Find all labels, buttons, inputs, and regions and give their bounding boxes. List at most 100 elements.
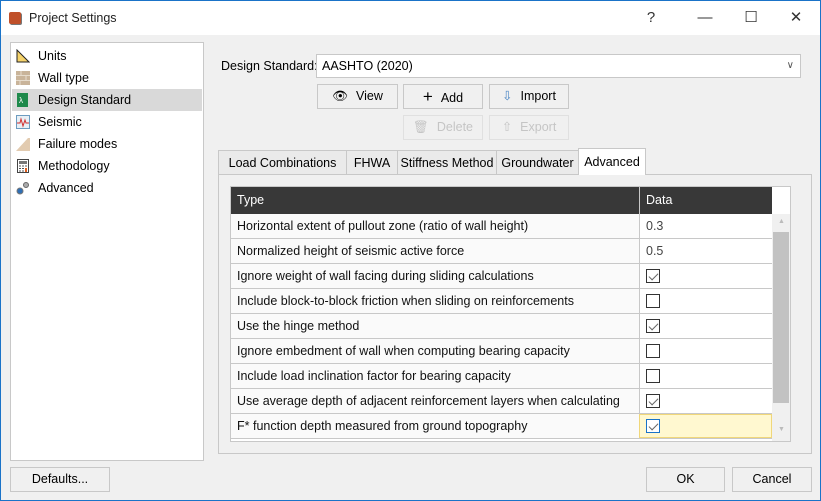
export-label: Export: [520, 120, 557, 134]
table-row[interactable]: Use average depth of adjacent reinforcem…: [231, 389, 772, 432]
checkbox[interactable]: [646, 344, 660, 358]
chevron-down-icon: ∨: [786, 60, 794, 71]
table-row[interactable]: Ignore weight of wall facing during slid…: [231, 264, 772, 289]
add-button[interactable]: + Add: [403, 84, 483, 109]
table-row[interactable]: Ignore embedment of wall when computing …: [231, 339, 772, 364]
data-cell[interactable]: [639, 314, 772, 338]
sidebar-item-failure-modes[interactable]: Failure modes: [12, 133, 202, 155]
sidebar-item-design-standard[interactable]: λ Design Standard: [12, 89, 202, 111]
checkbox[interactable]: [646, 369, 660, 383]
import-button[interactable]: ⇩ Import: [489, 84, 569, 109]
type-cell: Horizontal extent of pullout zone (ratio…: [231, 214, 639, 238]
data-cell[interactable]: 0.5: [639, 239, 772, 263]
sidebar-item-label: Failure modes: [38, 137, 118, 151]
sidebar-item-label: Methodology: [38, 159, 110, 173]
vertical-scrollbar[interactable]: ▲ ▼: [772, 214, 790, 441]
view-button[interactable]: 👁 View: [317, 84, 398, 109]
type-cell: Include load inclination factor for bear…: [231, 364, 639, 388]
svg-text:λ: λ: [19, 96, 23, 105]
scrollbar-thumb[interactable]: [773, 232, 789, 403]
advanced-settings-table: Type Data Horizontal extent of pullout z…: [230, 186, 791, 442]
checkbox[interactable]: [646, 294, 660, 308]
data-cell[interactable]: [639, 289, 772, 313]
design-standard-label: Design Standard:: [221, 59, 318, 73]
type-cell: Normalized height of seismic active forc…: [231, 239, 639, 263]
type-cell: F* function depth measured from ground t…: [231, 414, 639, 438]
table-row[interactable]: Horizontal extent of pullout zone (ratio…: [231, 214, 772, 239]
view-label: View: [356, 89, 383, 103]
scroll-down-icon[interactable]: ▼: [772, 426, 790, 433]
checkbox[interactable]: [646, 394, 660, 408]
ok-button[interactable]: OK: [646, 467, 725, 492]
data-cell[interactable]: 0.3: [639, 214, 772, 238]
tab-load-combinations[interactable]: Load Combinations: [218, 150, 347, 174]
type-cell: Include block-to-block friction when sli…: [231, 289, 639, 313]
column-header-type: Type: [237, 193, 265, 207]
sidebar-item-seismic[interactable]: Seismic: [12, 111, 202, 133]
title-bar: Project Settings ? — ☐ ✕: [1, 1, 820, 35]
export-icon: ⇧: [501, 120, 513, 134]
sidebar-item-label: Advanced: [38, 181, 94, 195]
import-label: Import: [520, 89, 556, 103]
data-cell[interactable]: [639, 389, 772, 413]
design-standard-value: AASHTO (2020): [322, 59, 413, 73]
delete-label: Delete: [436, 120, 473, 134]
slope-icon: [16, 138, 30, 151]
checkbox[interactable]: [646, 319, 660, 333]
sidebar-item-label: Units: [38, 49, 67, 63]
project-settings-dialog: Project Settings ? — ☐ ✕ Units Wall type…: [0, 0, 821, 501]
settings-sidebar: Units Wall type λ Design Standard Seismi…: [10, 42, 204, 461]
close-button[interactable]: ✕: [773, 1, 819, 35]
table-row[interactable]: Normalized height of seismic active forc…: [231, 239, 772, 264]
delete-button[interactable]: 🗑 Delete: [403, 115, 483, 140]
column-header-data: Data: [639, 187, 672, 214]
eye-icon: 👁: [332, 89, 348, 103]
cancel-button[interactable]: Cancel: [732, 467, 812, 492]
brick-wall-icon: [16, 71, 30, 85]
table-row[interactable]: F* function depth measured from ground t…: [231, 414, 772, 439]
window-title: Project Settings: [29, 11, 117, 25]
defaults-button[interactable]: Defaults...: [10, 467, 110, 492]
design-standard-icon: λ: [17, 93, 28, 107]
data-cell[interactable]: [639, 264, 772, 288]
checkbox[interactable]: [646, 269, 660, 283]
design-standard-select[interactable]: AASHTO (2020) ∨: [316, 54, 801, 78]
sidebar-item-units[interactable]: Units: [12, 45, 202, 67]
sidebar-item-wall-type[interactable]: Wall type: [12, 67, 202, 89]
sidebar-item-label: Seismic: [38, 115, 82, 129]
export-button[interactable]: ⇧ Export: [489, 115, 569, 140]
gears-icon: [16, 182, 29, 195]
table-header: Type Data: [231, 187, 772, 214]
sidebar-item-label: Design Standard: [38, 93, 132, 107]
sidebar-item-methodology[interactable]: Methodology: [12, 155, 202, 177]
import-icon: ⇩: [502, 89, 513, 103]
table-row[interactable]: Use the hinge method: [231, 314, 772, 339]
data-cell[interactable]: [639, 414, 772, 438]
table-row[interactable]: Include block-to-block friction when sli…: [231, 289, 772, 314]
add-label: Add: [440, 91, 464, 105]
tab-fhwa[interactable]: FHWA: [346, 150, 398, 174]
app-icon: [9, 12, 21, 24]
type-cell: Use average depth of adjacent reinforcem…: [231, 389, 639, 432]
sidebar-item-label: Wall type: [38, 71, 89, 85]
sidebar-item-advanced[interactable]: Advanced: [12, 177, 202, 199]
calculator-icon: [17, 159, 29, 173]
type-cell: Ignore weight of wall facing during slid…: [231, 264, 639, 288]
tab-stiffness-method[interactable]: Stiffness Method: [397, 150, 497, 174]
seismograph-icon: [16, 115, 30, 129]
triangle-ruler-icon: [16, 49, 30, 63]
data-cell[interactable]: [639, 339, 772, 363]
type-cell: Use the hinge method: [231, 314, 639, 338]
scroll-up-icon[interactable]: ▲: [772, 218, 790, 225]
tab-groundwater[interactable]: Groundwater: [496, 150, 579, 174]
type-cell: Ignore embedment of wall when computing …: [231, 339, 639, 363]
minimize-button[interactable]: —: [682, 1, 728, 35]
table-row[interactable]: Include load inclination factor for bear…: [231, 364, 772, 389]
plus-icon: +: [422, 87, 433, 106]
maximize-button[interactable]: ☐: [728, 1, 774, 35]
tab-advanced[interactable]: Advanced: [578, 148, 646, 175]
checkbox[interactable]: [646, 419, 660, 433]
data-cell[interactable]: [639, 364, 772, 388]
trash-icon: 🗑: [412, 120, 429, 134]
help-button[interactable]: ?: [628, 1, 674, 35]
